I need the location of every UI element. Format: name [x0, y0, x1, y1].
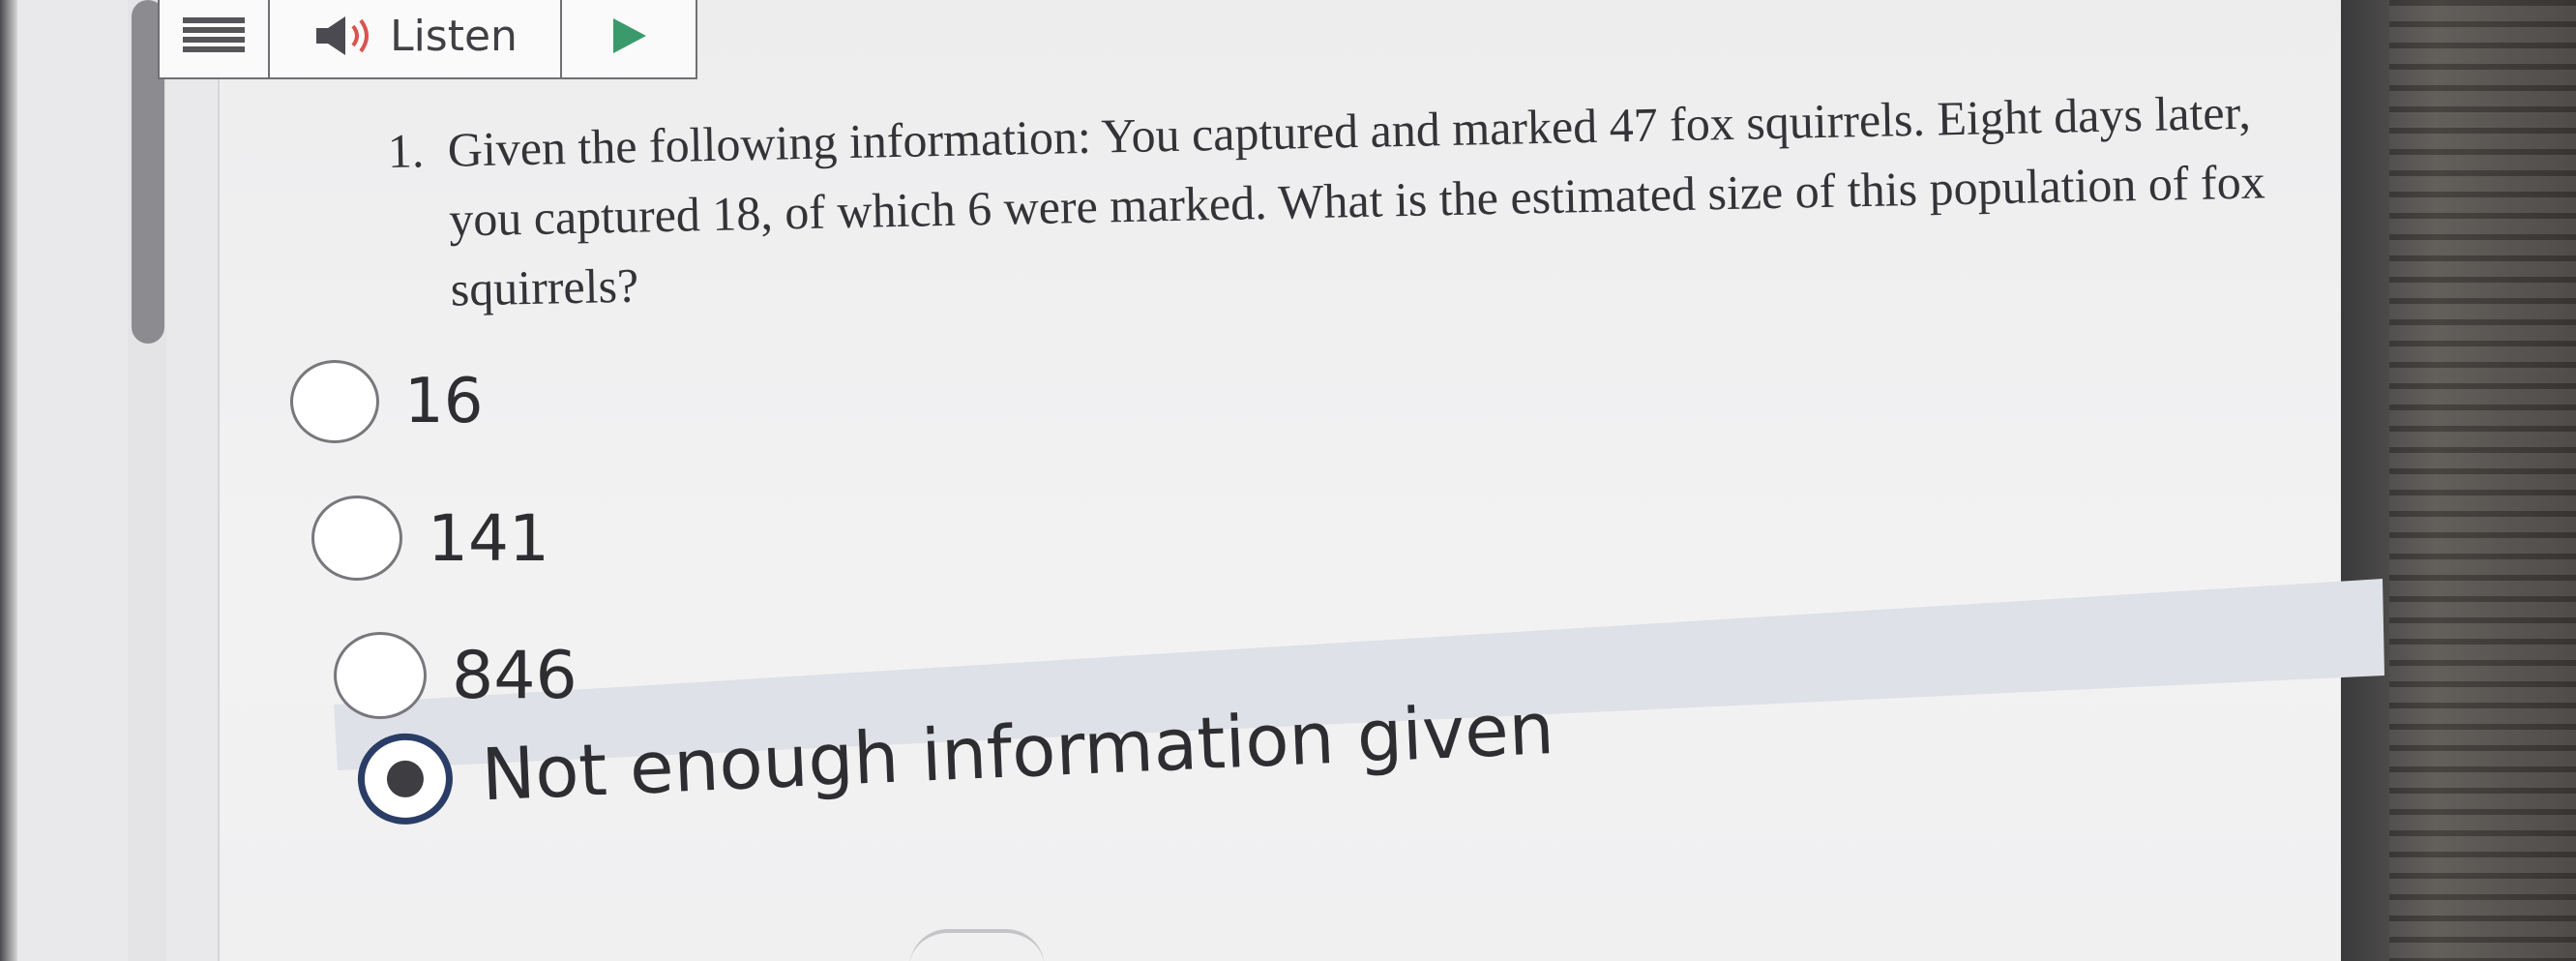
radio-button-4-selected[interactable]: [355, 731, 455, 826]
answer-label-2: 141: [428, 500, 549, 576]
speaker-icon: [316, 16, 370, 55]
answer-option-3[interactable]: 846: [334, 632, 577, 719]
left-panel: [0, 0, 220, 961]
read-aloud-toolbar: Listen: [158, 0, 697, 79]
answer-option-1[interactable]: 16: [290, 360, 483, 443]
left-edge: [0, 0, 17, 961]
question-number: 1.: [387, 123, 425, 178]
radio-selected-dot: [386, 760, 425, 798]
radio-button-2[interactable]: [311, 496, 402, 581]
answer-label-3: 846: [452, 637, 577, 714]
screen: Listen 1. Given the following informatio…: [0, 0, 2576, 961]
answer-label-1: 16: [404, 366, 484, 437]
answer-option-2[interactable]: 141: [311, 496, 549, 581]
radio-button-1[interactable]: [290, 360, 379, 443]
menu-button[interactable]: [160, 0, 270, 77]
play-icon: [613, 18, 646, 53]
listen-button[interactable]: Listen: [270, 0, 562, 77]
play-button[interactable]: [562, 0, 696, 77]
listen-label: Listen: [390, 11, 518, 61]
cut-off-element: [909, 929, 1045, 961]
question-text: Given the following information: You cap…: [447, 84, 2266, 316]
radio-button-3[interactable]: [334, 632, 427, 719]
question-block: 1. Given the following information: You …: [387, 76, 2267, 325]
bezel-texture: [2389, 0, 2576, 961]
hamburger-menu-icon: [183, 17, 245, 52]
